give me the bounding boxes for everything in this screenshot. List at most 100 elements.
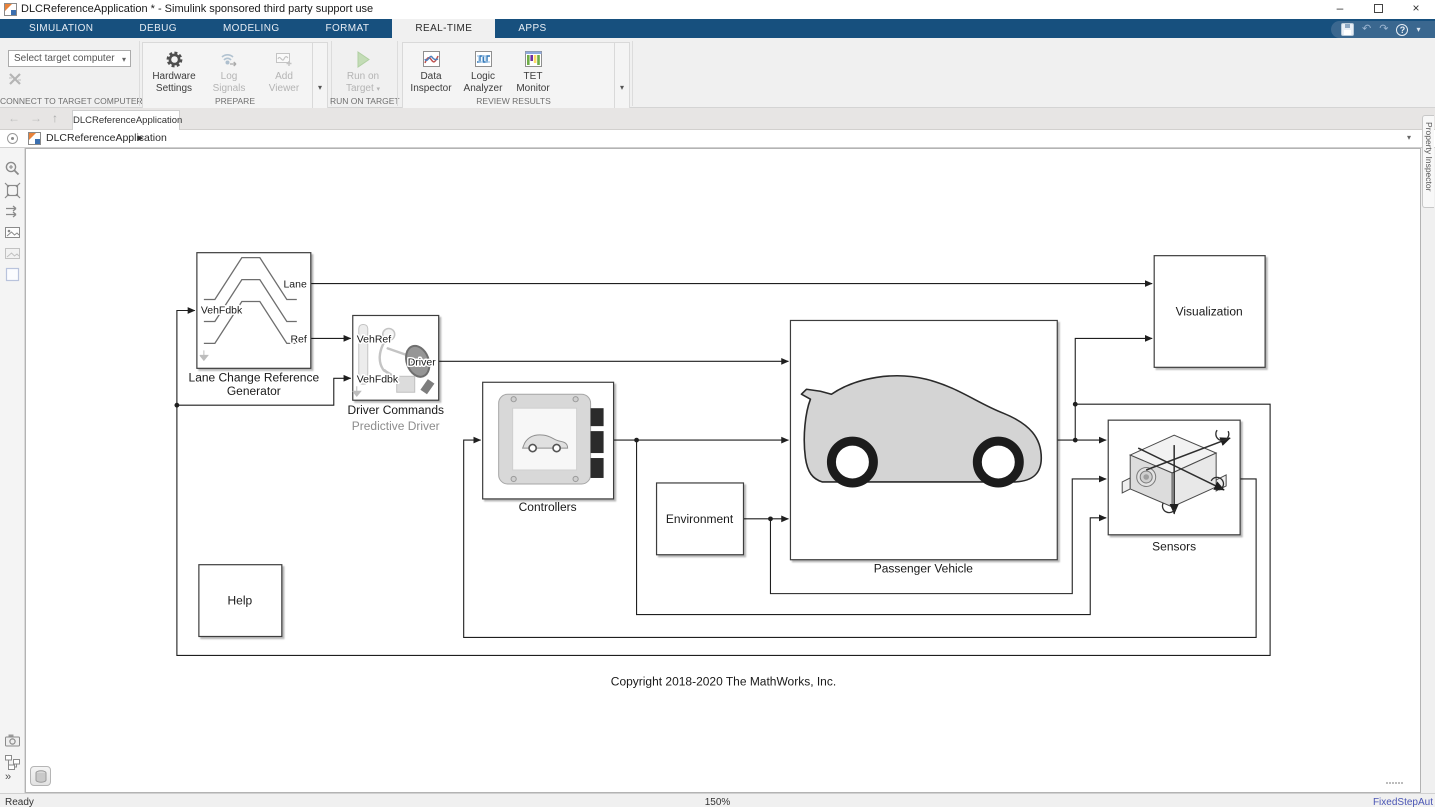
viewmark-icon[interactable] (4, 732, 21, 749)
block-lane-change-reference-generator[interactable]: VehFdbk Lane Ref Lane Change Reference G… (189, 253, 320, 399)
tab-format[interactable]: FORMAT (303, 19, 393, 38)
section-review-label: REVIEW RESULTS (397, 96, 630, 106)
simulink-window: DLCReferenceApplication * - Simulink spo… (0, 0, 1435, 807)
run-icon (354, 50, 372, 69)
property-inspector-tab[interactable]: Property Inspector (1422, 115, 1434, 208)
block-label: Passenger Vehicle (874, 562, 974, 576)
block-visualization[interactable]: Visualization (1154, 256, 1265, 368)
chevron-down-icon: ▾ (318, 83, 322, 92)
image-annotation-icon[interactable] (4, 224, 21, 241)
tab-simulation[interactable]: SIMULATION (6, 19, 116, 38)
toolstrip-tab-bar: SIMULATION DEBUG MODELING FORMAT REAL-TI… (0, 19, 1435, 38)
port-label: VehFdbk (201, 305, 243, 316)
image-annotation-alt-icon[interactable] (4, 245, 21, 262)
wire-junction (174, 403, 179, 408)
tab-real-time[interactable]: REAL-TIME (392, 19, 495, 38)
combo-dropdown-icon: ▾ (122, 52, 126, 67)
port-label: Driver (408, 357, 436, 368)
breadcrumb-step-icon[interactable]: ▶ (138, 134, 143, 142)
document-bar: ← → ↑ DLCReferenceApplication (0, 108, 1435, 130)
minimize-button[interactable]: – (1321, 0, 1359, 19)
model-browser-icon[interactable] (4, 754, 21, 771)
title-bar: DLCReferenceApplication * - Simulink spo… (0, 0, 1435, 19)
zoom-level: 150% (705, 797, 731, 807)
block-label: Controllers (519, 500, 577, 514)
resize-grip[interactable] (1386, 782, 1406, 789)
zoom-icon[interactable] (4, 160, 21, 177)
port-label: Ref (290, 334, 306, 345)
wire-junction (768, 516, 773, 521)
back-icon[interactable]: ← (8, 111, 20, 125)
ribbon-separator (139, 41, 140, 106)
breadcrumb-bar: DLCReferenceApplication ▶ ▾ (0, 130, 1435, 148)
block-label: Help (228, 594, 253, 608)
chevron-down-icon: ▾ (377, 86, 381, 93)
block-passenger-vehicle[interactable]: Passenger Vehicle (790, 320, 1057, 575)
redo-icon[interactable]: ↷ (1379, 21, 1388, 38)
block-label: Environment (666, 512, 734, 526)
tab-apps[interactable]: APPS (495, 19, 569, 38)
block-driver-commands[interactable]: VehRef VehFdbk Driver Driver Commands Pr… (347, 315, 444, 433)
model-tab[interactable]: DLCReferenceApplication (72, 110, 180, 130)
tab-modeling[interactable]: MODELING (200, 19, 303, 38)
close-button[interactable]: × (1397, 0, 1435, 19)
window-title: DLCReferenceApplication * - Simulink spo… (21, 3, 373, 15)
log-signals-icon (219, 50, 239, 69)
block-label: Generator (227, 384, 281, 398)
block-label: Lane Change Reference (189, 370, 320, 384)
section-connect-label: CONNECT TO TARGET COMPUTER (0, 96, 140, 106)
maximize-button[interactable] (1359, 0, 1397, 19)
section-prepare-label: PREPARE (142, 96, 328, 106)
maximize-icon (1374, 4, 1383, 13)
qat-dropdown-icon[interactable]: ▾ (1416, 25, 1420, 34)
target-computer-select[interactable]: Select target computer ▾ (8, 50, 131, 67)
main-area: » (0, 148, 1435, 793)
model-canvas[interactable]: VehFdbk Lane Ref Lane Change Reference G… (25, 148, 1421, 793)
solver-link[interactable]: FixedStepAut (1373, 797, 1433, 807)
signal-wires[interactable] (174, 284, 1270, 656)
tet-monitor-icon (524, 50, 543, 68)
forward-icon[interactable]: → (30, 111, 42, 125)
breadcrumb[interactable]: DLCReferenceApplication (46, 132, 167, 144)
data-inspector-icon (422, 50, 441, 68)
fit-to-view-icon[interactable] (4, 182, 21, 199)
copyright-annotation: Copyright 2018-2020 The MathWorks, Inc. (611, 674, 836, 688)
help-icon[interactable]: ? (1396, 24, 1408, 36)
ribbon-separator (632, 41, 633, 106)
gear-icon (165, 50, 184, 69)
port-label: Lane (283, 280, 306, 291)
block-sensors[interactable]: Sensors (1108, 420, 1240, 554)
block-label: Visualization (1176, 304, 1243, 318)
block-environment[interactable]: Environment (657, 483, 744, 555)
expand-palette-icon[interactable]: » (5, 771, 11, 783)
port-label: VehRef (357, 334, 391, 345)
section-run-label: RUN ON TARGET (330, 96, 396, 106)
status-bar: Ready 150% FixedStepAut (0, 793, 1435, 807)
status-message: Ready (5, 797, 34, 807)
quick-access-toolbar: ↶ ↷ ? ▾ (1331, 21, 1435, 38)
wire-junction (634, 438, 639, 443)
up-icon[interactable]: ↑ (52, 111, 58, 125)
model-data-access-button[interactable] (30, 766, 51, 786)
tab-debug[interactable]: DEBUG (116, 19, 200, 38)
breadcrumb-dropdown-icon[interactable]: ▾ (1407, 133, 1411, 142)
block-annotation: Predictive Driver (352, 419, 440, 433)
wire-junction (1073, 402, 1078, 407)
logic-analyzer-icon (474, 50, 493, 68)
undo-icon[interactable]: ↶ (1362, 21, 1371, 38)
block-controllers[interactable]: Controllers (483, 382, 614, 514)
simulink-icon (4, 3, 17, 16)
wire-junction (1073, 438, 1078, 443)
block-help[interactable]: Help (199, 565, 282, 637)
right-gutter: Property Inspector (1421, 148, 1435, 793)
signal-routing-icon[interactable] (4, 203, 21, 220)
box-annotation-icon[interactable] (4, 266, 21, 283)
model-file-icon (28, 132, 41, 145)
explorer-bar-toggle-icon[interactable] (7, 133, 18, 144)
disconnect-icon[interactable] (8, 72, 22, 86)
canvas-palette: » (0, 148, 25, 793)
block-label: Sensors (1152, 540, 1196, 554)
block-label: Driver Commands (347, 403, 444, 417)
block-diagram: VehFdbk Lane Ref Lane Change Reference G… (26, 149, 1420, 792)
save-icon[interactable] (1341, 23, 1354, 36)
